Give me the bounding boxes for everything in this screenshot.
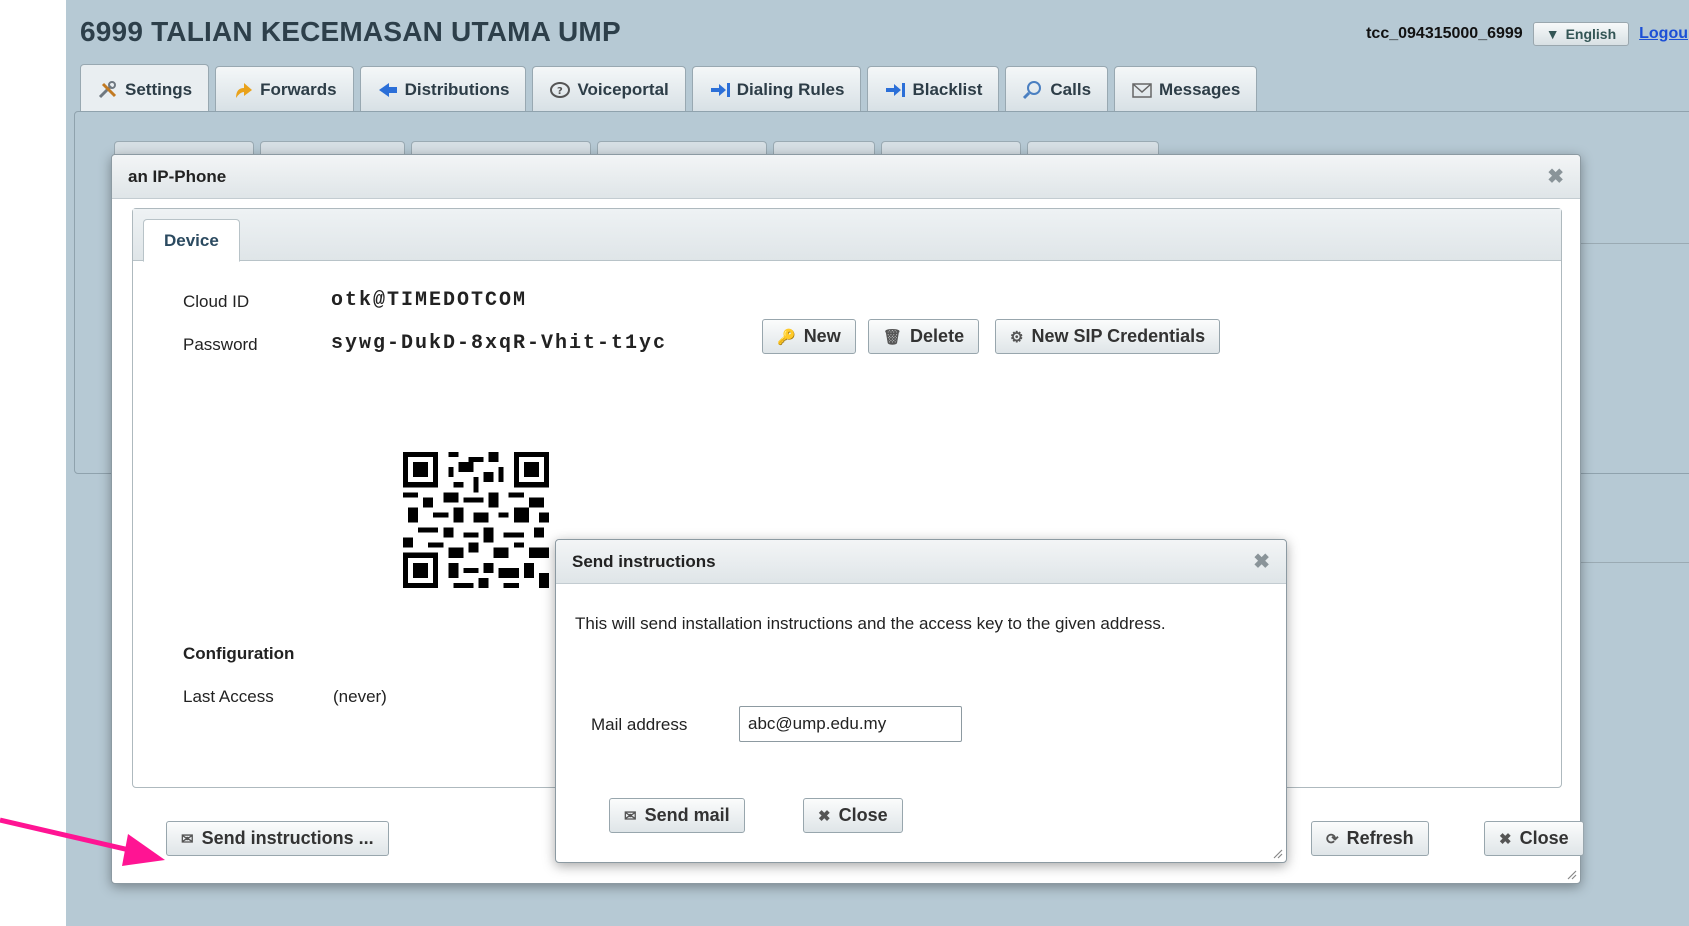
- send-mail-button[interactable]: ✉ Send mail: [609, 798, 745, 833]
- tab-label: Distributions: [404, 79, 510, 99]
- instructions-message: This will send installation instructions…: [575, 614, 1166, 633]
- send-instructions-dialog: Send instructions ✖ This will send insta…: [555, 539, 1287, 863]
- forward-arrow-icon: [236, 82, 253, 98]
- new-password-button[interactable]: 🔑 New: [762, 319, 856, 354]
- button-label: Send mail: [644, 805, 730, 825]
- resize-grip-icon[interactable]: [1565, 868, 1577, 880]
- delete-button[interactable]: 🗑 Delete: [868, 319, 980, 354]
- gear-icon: ⚙: [1010, 328, 1024, 346]
- mail-address-input[interactable]: [739, 706, 962, 742]
- svg-text:?: ?: [557, 86, 563, 97]
- resize-grip-icon[interactable]: [1271, 847, 1283, 859]
- tab-label: Calls: [1050, 79, 1092, 99]
- blacklist-icon: [886, 82, 906, 97]
- cloud-id-label: Cloud ID: [183, 292, 250, 311]
- user-area: tcc_094315000_6999 ▼ English Logou: [1366, 22, 1688, 46]
- tab-label: Messages: [1159, 79, 1241, 99]
- tab-label: Blacklist: [912, 79, 983, 99]
- close-icon[interactable]: ✖: [1253, 549, 1270, 574]
- tab-voiceportal[interactable]: ? Voiceportal: [532, 66, 686, 112]
- logout-link[interactable]: Logou: [1639, 25, 1688, 43]
- envelope-icon: ✉: [624, 807, 637, 825]
- tab-label: Forwards: [260, 79, 337, 99]
- tools-icon: [98, 80, 117, 98]
- close-icon: ✖: [818, 807, 831, 825]
- username: tcc_094315000_6999: [1366, 25, 1523, 42]
- button-label: Send instructions ...: [201, 828, 374, 848]
- tab-label: Dialing Rules: [736, 79, 845, 99]
- voiceportal-icon: ?: [550, 81, 571, 98]
- main-tabs: Settings Forwards Distributions ? Voicep…: [80, 64, 1258, 114]
- password-value: sywg-DukD-8xqR-Vhit-t1yc: [331, 332, 668, 355]
- refresh-icon: ⟳: [1326, 830, 1339, 848]
- tab-blacklist[interactable]: Blacklist: [867, 66, 1000, 112]
- language-selector[interactable]: ▼ English: [1532, 22, 1630, 46]
- trash-icon: 🗑: [883, 328, 903, 346]
- send-instructions-button[interactable]: ✉ Send instructions ...: [166, 821, 389, 856]
- tab-label: Voiceportal: [577, 79, 669, 99]
- new-sip-credentials-button[interactable]: ⚙ New SIP Credentials: [995, 319, 1221, 354]
- cloud-id-value: otk@TIMEDOTCOM: [331, 289, 528, 312]
- dialing-rules-icon: [710, 82, 730, 97]
- last-access-value: (never): [333, 687, 387, 706]
- qr-code: [403, 452, 549, 588]
- pointer-arrow-annotation: [0, 817, 165, 866]
- key-icon: 🔑: [777, 328, 796, 346]
- tab-distributions[interactable]: Distributions: [359, 66, 527, 112]
- language-label: English: [1565, 26, 1617, 42]
- tab-label: Settings: [125, 79, 193, 99]
- tab-calls[interactable]: Calls: [1005, 66, 1109, 112]
- tab-forwards[interactable]: Forwards: [215, 66, 354, 112]
- distribution-icon: [378, 82, 397, 97]
- tab-messages[interactable]: Messages: [1114, 66, 1258, 112]
- button-label: Refresh: [1346, 828, 1414, 848]
- button-label: New SIP Credentials: [1031, 326, 1206, 346]
- button-label: Close: [1519, 828, 1569, 848]
- mail-address-label: Mail address: [591, 715, 688, 734]
- last-access-label: Last Access: [183, 687, 274, 706]
- envelope-icon: ✉: [181, 830, 194, 848]
- refresh-button[interactable]: ⟳ Refresh: [1311, 821, 1429, 856]
- device-tabbar: Device: [133, 209, 1561, 262]
- dialog-title: an IP-Phone: [128, 166, 227, 186]
- dialog-title: Send instructions: [572, 551, 716, 571]
- dialog-titlebar[interactable]: Send instructions ✖: [556, 540, 1286, 584]
- tab-dialing-rules[interactable]: Dialing Rules: [691, 66, 862, 112]
- close-button[interactable]: ✖ Close: [803, 798, 903, 833]
- messages-icon: [1132, 82, 1152, 98]
- button-label: New: [803, 326, 841, 346]
- app-title: 6999 TALIAN KECEMASAN UTAMA UMP: [80, 16, 621, 47]
- triangle-down-icon: ▼: [1545, 26, 1560, 42]
- configuration-heading: Configuration: [183, 644, 295, 663]
- close-icon: ✖: [1499, 830, 1512, 848]
- tab-device[interactable]: Device: [143, 219, 240, 262]
- close-icon[interactable]: ✖: [1547, 164, 1564, 189]
- button-label: Close: [838, 805, 888, 825]
- dialog-titlebar[interactable]: an IP-Phone ✖: [112, 155, 1580, 199]
- tab-settings[interactable]: Settings: [80, 64, 210, 114]
- calls-icon: [1023, 80, 1042, 99]
- close-button[interactable]: ✖ Close: [1484, 821, 1584, 856]
- password-label: Password: [183, 335, 258, 354]
- button-label: Delete: [910, 326, 965, 346]
